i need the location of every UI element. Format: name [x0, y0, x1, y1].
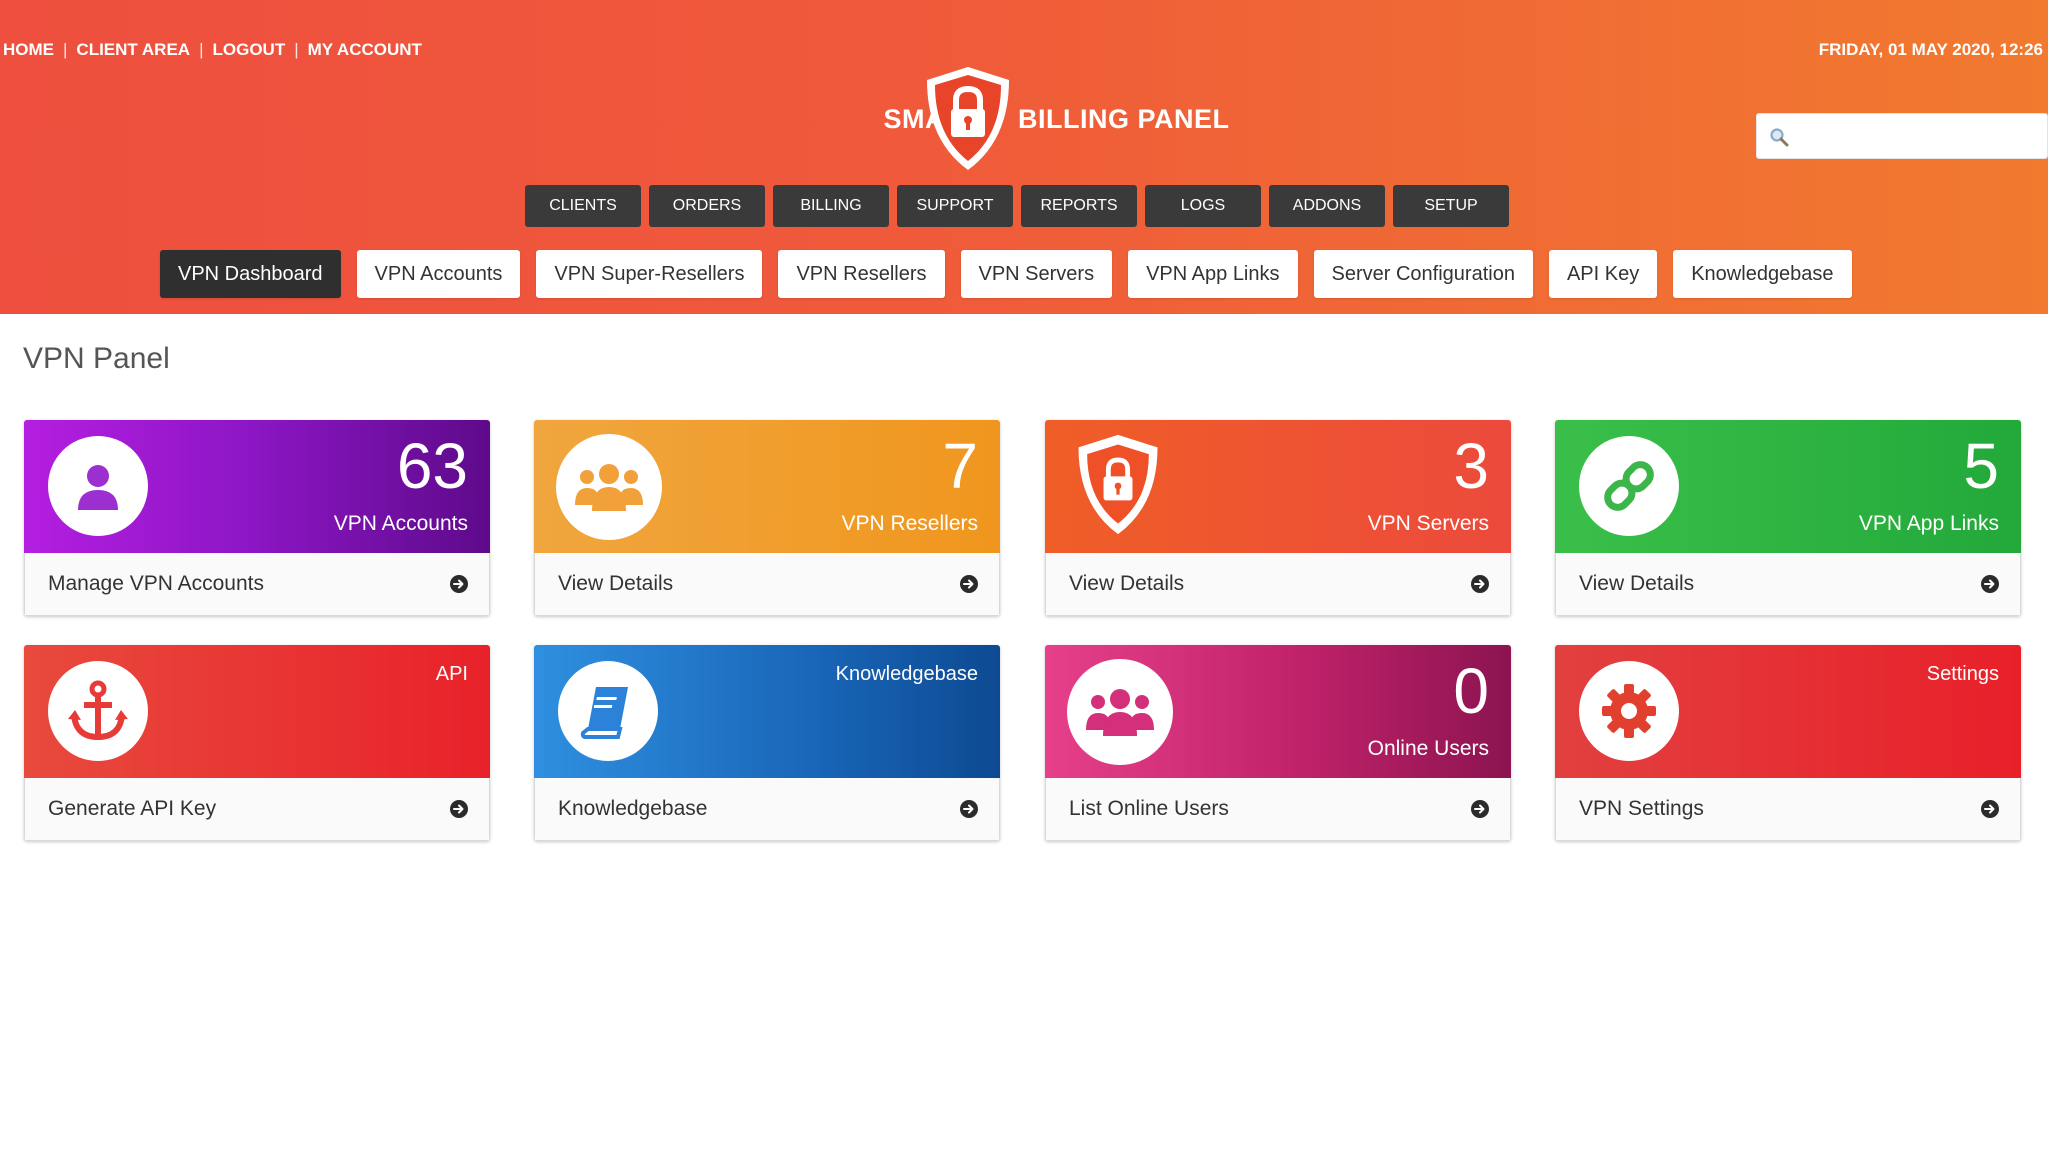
search-input[interactable]: [1797, 122, 2037, 152]
logout-link[interactable]: LOGOUT: [213, 40, 286, 59]
knowledgebase-link[interactable]: Knowledgebase: [534, 778, 1000, 841]
tab-vpn-app-links[interactable]: VPN App Links: [1128, 250, 1298, 298]
search-box[interactable]: [1756, 113, 2048, 159]
shield-lock-icon: [927, 67, 1009, 170]
users-icon: [556, 434, 662, 540]
footer-label: VPN Settings: [1579, 797, 1704, 820]
vpn-servers-label: VPN Servers: [1367, 512, 1489, 535]
book-icon: [558, 661, 658, 761]
arrow-right-circle-icon: [1981, 800, 1999, 818]
user-icon: [48, 436, 148, 536]
vpn-resellers-card: 7 VPN Resellers View Details: [534, 420, 1000, 616]
footer-label: View Details: [558, 572, 674, 595]
settings-label: Settings: [1926, 663, 1999, 685]
tab-vpn-accounts[interactable]: VPN Accounts: [356, 250, 521, 298]
nav-clients[interactable]: CLIENTS: [525, 185, 641, 227]
card-header: 3 VPN Servers: [1045, 420, 1511, 553]
nav-setup[interactable]: SETUP: [1393, 185, 1509, 227]
date-time: FRIDAY, 01 MAY 2020, 12:26: [1818, 40, 2043, 59]
api-label: API: [435, 663, 468, 685]
main-nav: CLIENTS ORDERS BILLING SUPPORT REPORTS L…: [525, 185, 1509, 227]
gear-icon: [1579, 661, 1679, 761]
manage-vpn-accounts-link[interactable]: Manage VPN Accounts: [24, 553, 490, 616]
nav-orders[interactable]: ORDERS: [649, 185, 765, 227]
arrow-right-circle-icon: [960, 800, 978, 818]
footer-label: Generate API Key: [48, 797, 217, 820]
knowledgebase-card: Knowledgebase Knowledgebase: [534, 645, 1000, 841]
separator: |: [294, 40, 299, 59]
view-details-link[interactable]: View Details: [534, 553, 1000, 616]
nav-reports[interactable]: REPORTS: [1021, 185, 1137, 227]
shield-lock-icon: [1078, 434, 1158, 535]
arrow-right-circle-icon: [1471, 575, 1489, 593]
api-card: API Generate API Key: [24, 645, 490, 841]
vpn-app-links-count: 5: [1963, 430, 1999, 502]
link-icon: [1579, 436, 1679, 536]
tab-vpn-resellers[interactable]: VPN Resellers: [778, 250, 945, 298]
arrow-right-circle-icon: [450, 575, 468, 593]
vpn-accounts-count: 63: [396, 430, 468, 502]
page-title: VPN Panel: [23, 342, 170, 375]
tab-api-key[interactable]: API Key: [1548, 250, 1658, 298]
card-header: Settings: [1555, 645, 2021, 778]
card-header: 7 VPN Resellers: [534, 420, 1000, 553]
logo-text-right: BILLING PANEL: [1018, 104, 1230, 134]
view-details-link[interactable]: View Details: [1555, 553, 2021, 616]
view-details-link[interactable]: View Details: [1045, 553, 1511, 616]
card-header: 0 Online Users: [1045, 645, 1511, 778]
tab-knowledgebase[interactable]: Knowledgebase: [1673, 250, 1852, 298]
header: HOME | CLIENT AREA | LOGOUT | MY ACCOUNT FRIDA…: [0, 0, 2048, 314]
footer-label: View Details: [1069, 572, 1185, 595]
vpn-sub-nav: VPN Dashboard VPN Accounts VPN Super-Res…: [160, 250, 1852, 298]
online-users-count: 0: [1453, 655, 1489, 727]
nav-logs[interactable]: LOGS: [1145, 185, 1261, 227]
online-users-card: 0 Online Users List Online Users: [1045, 645, 1511, 841]
settings-card: Settings VPN Settings: [1555, 645, 2021, 841]
vpn-servers-count: 3: [1453, 430, 1489, 502]
generate-api-key-link[interactable]: Generate API Key: [24, 778, 490, 841]
home-link[interactable]: HOME: [3, 40, 54, 59]
vpn-accounts-card: 63 VPN Accounts Manage VPN Accounts: [24, 420, 490, 616]
footer-label: View Details: [1579, 572, 1695, 595]
my-account-link[interactable]: MY ACCOUNT: [308, 40, 422, 59]
online-users-label: Online Users: [1367, 737, 1489, 760]
users-icon: [1067, 659, 1173, 765]
vpn-resellers-label: VPN Resellers: [841, 512, 978, 535]
separator: |: [199, 40, 204, 59]
tab-server-configuration[interactable]: Server Configuration: [1313, 250, 1533, 298]
tab-vpn-dashboard[interactable]: VPN Dashboard: [160, 250, 341, 298]
vpn-app-links-card: 5 VPN App Links View Details: [1555, 420, 2021, 616]
nav-addons[interactable]: ADDONS: [1269, 185, 1385, 227]
search-icon: [1770, 128, 1789, 147]
list-online-users-link[interactable]: List Online Users: [1045, 778, 1511, 841]
nav-support[interactable]: SUPPORT: [897, 185, 1013, 227]
vpn-servers-card: 3 VPN Servers View Details: [1045, 420, 1511, 616]
client-area-link[interactable]: CLIENT AREA: [76, 40, 190, 59]
arrow-right-circle-icon: [1981, 575, 1999, 593]
card-header: 5 VPN App Links: [1555, 420, 2021, 553]
vpn-resellers-count: 7: [942, 430, 978, 502]
separator: |: [63, 40, 68, 59]
vpn-app-links-label: VPN App Links: [1858, 512, 1999, 535]
footer-label: Knowledgebase: [558, 797, 708, 820]
card-header: 63 VPN Accounts: [24, 420, 490, 553]
anchor-icon: [48, 661, 148, 761]
card-header: Knowledgebase: [534, 645, 1000, 778]
knowledgebase-label: Knowledgebase: [835, 663, 978, 685]
footer-label: List Online Users: [1069, 797, 1229, 820]
top-links: HOME | CLIENT AREA | LOGOUT | MY ACCOUNT: [3, 40, 422, 60]
arrow-right-circle-icon: [1471, 800, 1489, 818]
tab-vpn-super-resellers[interactable]: VPN Super-Resellers: [536, 250, 763, 298]
card-header: API: [24, 645, 490, 778]
logo[interactable]: SMART BILLING PANEL: [820, 64, 1240, 174]
vpn-accounts-label: VPN Accounts: [333, 512, 468, 535]
arrow-right-circle-icon: [450, 800, 468, 818]
footer-label: Manage VPN Accounts: [48, 572, 264, 595]
vpn-settings-link[interactable]: VPN Settings: [1555, 778, 2021, 841]
tab-vpn-servers[interactable]: VPN Servers: [960, 250, 1113, 298]
nav-billing[interactable]: BILLING: [773, 185, 889, 227]
arrow-right-circle-icon: [960, 575, 978, 593]
